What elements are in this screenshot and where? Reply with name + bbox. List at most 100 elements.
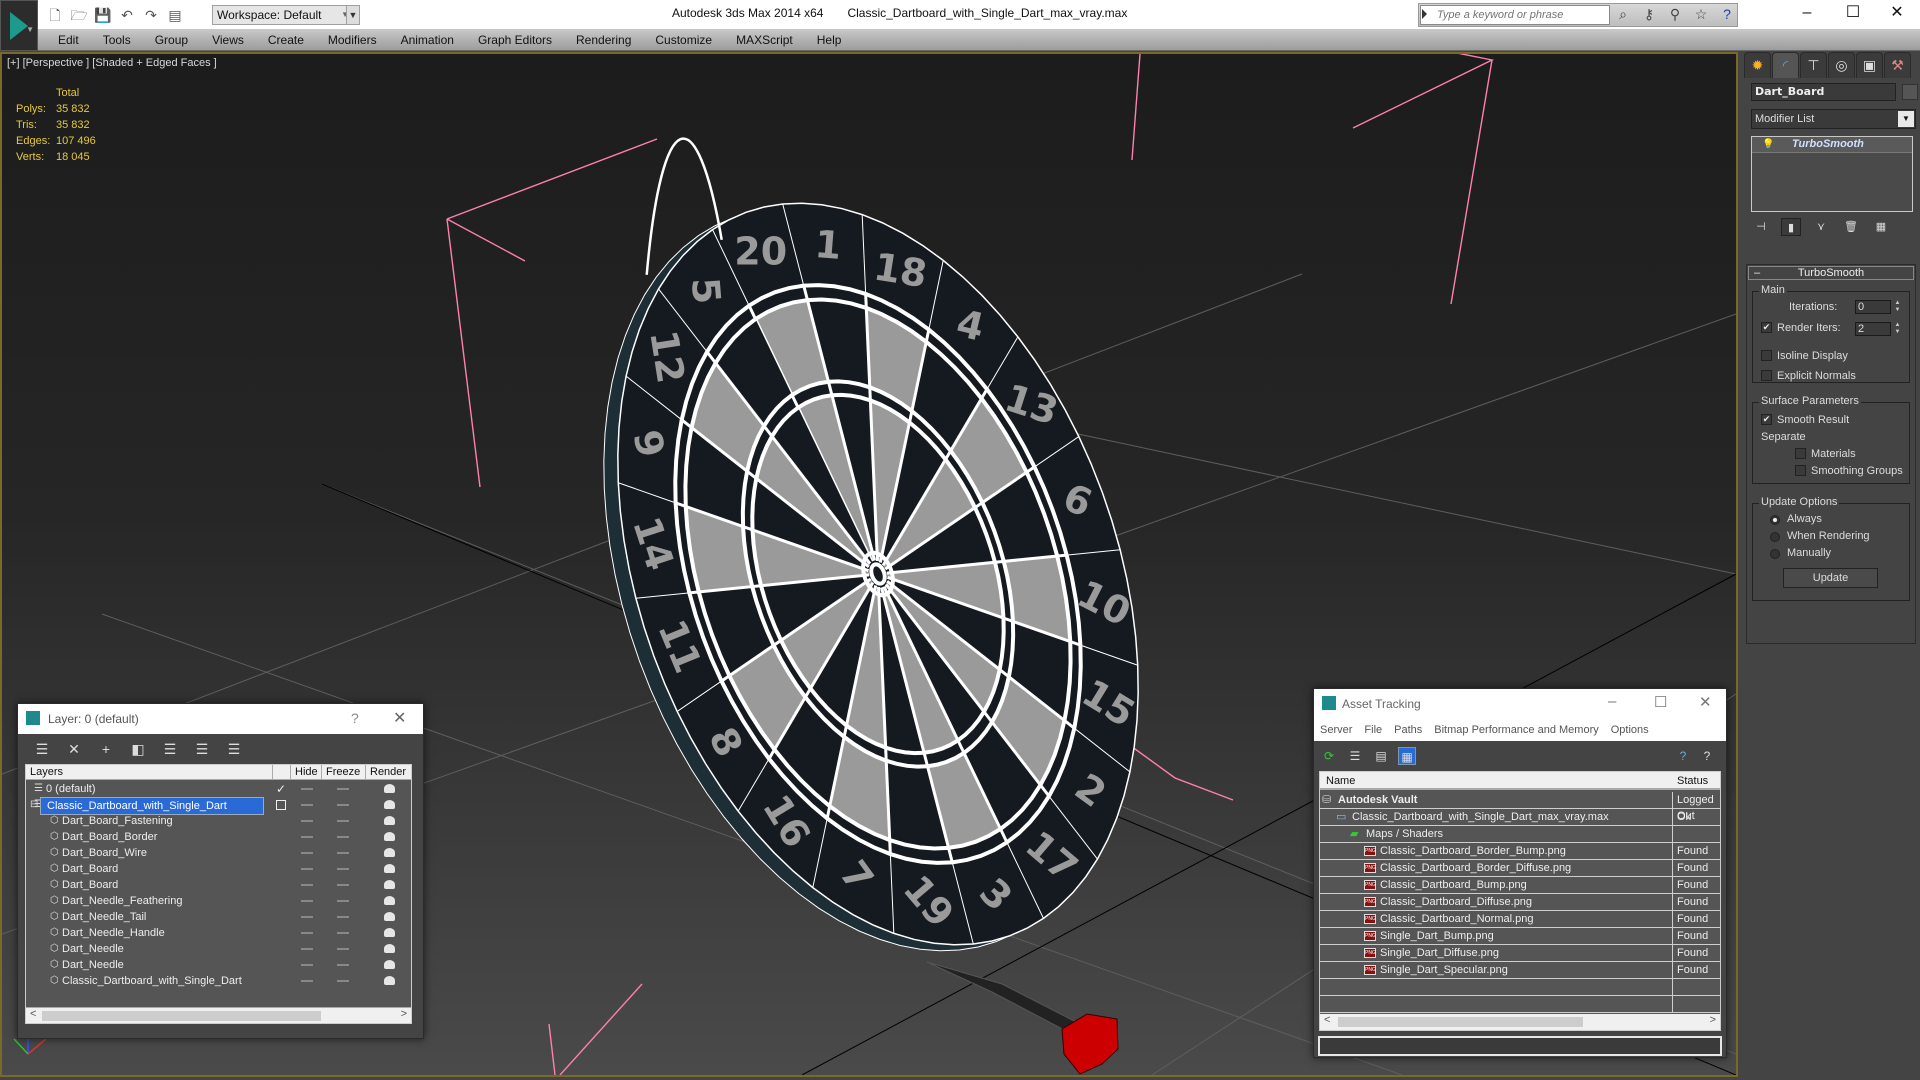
maximize-button[interactable]: ☐ [1830,0,1876,28]
layer-name[interactable]: Classic_Dartboard_with_Single_Dart [62,973,242,989]
render-teapot-icon[interactable] [384,784,395,793]
layer-row[interactable]: ⬡ Dart_Board_Wire [26,845,411,861]
hide-toggle[interactable] [301,820,313,822]
freeze-all-icon[interactable]: ☰ [226,741,242,758]
asset-row[interactable]: PNG Single_Dart_Diffuse.png Found [1320,945,1720,962]
utilities-tab[interactable]: ⚒ [1884,52,1911,78]
layer-row[interactable]: ⬡ Dart_Needle [26,941,411,957]
hide-toggle[interactable] [301,884,313,886]
minimize-button[interactable]: – [1784,0,1830,28]
satellite-icon[interactable]: ⚲ [1666,4,1684,24]
freeze-toggle[interactable] [337,916,349,918]
column-render[interactable]: Render [370,766,406,778]
layer-row[interactable]: ⬡ Dart_Board [26,861,411,877]
help-button[interactable]: ? [351,710,359,726]
menu-bitmap-performance[interactable]: Bitmap Performance and Memory [1434,724,1598,736]
asset-row[interactable]: ▭ Classic_Dartboard_with_Single_Dart_max_… [1320,809,1720,826]
asset-row[interactable]: PNG Classic_Dartboard_Bump.png Found [1320,877,1720,894]
configure-modifier-sets-icon[interactable]: ▦ [1871,218,1891,236]
column-freeze[interactable]: Freeze [326,766,360,778]
scroll-thumb[interactable] [1338,1017,1583,1027]
layer-name[interactable]: Dart_Needle [62,941,124,957]
menu-file[interactable]: File [1364,724,1382,736]
hide-all-icon[interactable]: ☰ [194,741,210,758]
freeze-toggle[interactable] [337,804,349,806]
layer-row[interactable]: ⬡ Dart_Board_Fastening [26,813,411,829]
layer-name[interactable]: Dart_Needle_Feathering [62,893,182,909]
help-icon[interactable]: ? [1718,4,1736,24]
render-teapot-icon[interactable] [384,832,395,841]
menu-animation[interactable]: Animation [389,29,466,51]
hide-toggle[interactable] [301,900,313,902]
layer-name[interactable]: Dart_Board_Fastening [62,813,173,829]
help-icon[interactable]: ? [1674,747,1692,765]
layer-name[interactable]: Dart_Board_Wire [62,845,147,861]
hide-toggle[interactable] [301,836,313,838]
menu-options[interactable]: Options [1611,724,1649,736]
smoothing-groups-checkbox[interactable] [1795,465,1806,476]
menu-help[interactable]: Help [805,29,854,51]
hide-toggle[interactable] [301,948,313,950]
table-view-icon[interactable]: ▦ [1398,747,1416,765]
render-iters-spinner[interactable]: 2 [1855,322,1891,336]
always-radio[interactable] [1770,515,1780,525]
make-unique-icon[interactable]: ⋎ [1811,218,1831,236]
layer-row[interactable]: ⬡ Dart_Needle [26,957,411,973]
dartboard-model[interactable]: 20 1 1841361015217319716811149125 [603,137,1143,952]
menu-edit[interactable]: Edit [46,29,91,51]
hide-toggle[interactable] [301,932,313,934]
freeze-toggle[interactable] [337,980,349,982]
layer-row[interactable]: ⊟ ☰ Classic_Dartboard_with_Single_Dart [26,797,411,815]
smooth-result-checkbox[interactable]: ✔ [1761,414,1772,425]
asset-row[interactable]: ▰ Maps / Shaders [1320,826,1720,843]
menu-customize[interactable]: Customize [643,29,724,51]
asset-row[interactable]: PNG Single_Dart_Bump.png Found [1320,928,1720,945]
new-file-icon[interactable]: 🗋 [46,6,64,24]
search-input[interactable] [1420,5,1610,25]
layer-row[interactable]: ⬡ Dart_Board_Border [26,829,411,845]
highlight-layer-icon[interactable]: ☰ [162,741,178,758]
customize-qat-button[interactable]: ▼ [346,5,360,25]
freeze-toggle[interactable] [337,884,349,886]
hierarchy-tab[interactable]: ⊤ [1800,52,1827,78]
hide-toggle[interactable] [301,964,313,966]
asset-row[interactable]: PNG Classic_Dartboard_Normal.png Found [1320,911,1720,928]
workspace-dropdown[interactable]: Workspace: Default ▼ [212,5,354,25]
hide-toggle[interactable] [301,804,313,806]
update-button[interactable]: Update [1783,568,1878,588]
menu-graph-editors[interactable]: Graph Editors [466,29,564,51]
menu-tools[interactable]: Tools [91,29,143,51]
add-to-layer-icon[interactable]: + [98,741,114,757]
column-status[interactable]: Status [1677,775,1708,787]
stack-item-turbosmooth[interactable]: 💡 TurboSmooth [1752,137,1912,153]
layer-row[interactable]: ⬡ Dart_Board [26,877,411,893]
app-menu-button[interactable]: ▼ [0,0,38,51]
iterations-spinner[interactable]: 0 [1855,300,1891,314]
render-iters-checkbox[interactable]: ✔ [1761,322,1772,333]
layer-row[interactable]: ⬡ Dart_Needle_Tail [26,909,411,925]
project-folder-icon[interactable]: ▤ [166,6,184,24]
horizontal-scrollbar[interactable]: < > [1320,1014,1720,1030]
render-teapot-icon[interactable] [384,864,395,873]
motion-tab[interactable]: ◎ [1828,52,1855,78]
column-layers[interactable]: Layers [30,766,63,778]
show-end-result-icon[interactable]: ▮ [1781,218,1801,236]
freeze-toggle[interactable] [337,788,349,790]
explicit-normals-checkbox[interactable] [1761,370,1772,381]
display-tab[interactable]: ▣ [1856,52,1883,78]
freeze-toggle[interactable] [337,900,349,902]
key-icon[interactable]: ⚷ [1640,4,1658,24]
render-teapot-icon[interactable] [384,848,395,857]
close-button[interactable]: ✕ [393,708,406,728]
asset-row[interactable]: PNG Single_Dart_Specular.png Found [1320,962,1720,979]
when-rendering-radio[interactable] [1770,532,1780,542]
layer-name[interactable]: Dart_Board [62,877,118,893]
rollout-header[interactable]: – TurboSmooth [1748,266,1914,280]
asset-path-field[interactable] [1318,1036,1722,1056]
close-button[interactable]: ✕ [1874,0,1920,28]
select-objects-icon[interactable]: ◧ [130,741,146,758]
spinner-arrows-icon[interactable]: ▲ ▼ [1893,300,1902,314]
layer-row[interactable]: ⬡ Dart_Needle_Feathering [26,893,411,909]
pin-stack-icon[interactable]: ⊣ [1751,218,1771,236]
undo-icon[interactable]: ↶ [118,6,136,24]
